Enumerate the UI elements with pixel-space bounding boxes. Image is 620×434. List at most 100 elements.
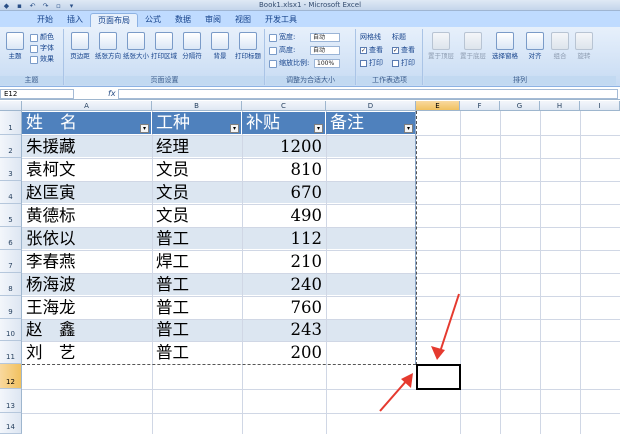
background-icon (211, 32, 229, 50)
scale-spinner[interactable]: 100% (314, 59, 340, 68)
theme-effects-button[interactable]: 效果 (30, 55, 54, 64)
print-titles-button[interactable]: 打印标题 (235, 32, 261, 60)
column-header-h[interactable]: H (540, 101, 580, 111)
row-header-4[interactable]: 4 (0, 181, 22, 204)
tab-review[interactable]: 审阅 (198, 13, 228, 27)
column-header-b[interactable]: B (152, 101, 242, 111)
group-icon (551, 32, 569, 50)
bring-to-front-icon (432, 32, 450, 50)
size-button[interactable]: 纸张大小 (123, 32, 149, 60)
row-header-10[interactable]: 10 (0, 319, 22, 341)
column-header-f[interactable]: F (460, 101, 500, 111)
tab-home[interactable]: 开始 (30, 13, 60, 27)
themes-button[interactable]: 主题 (2, 32, 28, 60)
gridlines-print-checkbox[interactable]: 打印 (360, 59, 383, 68)
group-label-theme: 主题 (0, 76, 63, 85)
row-header-1[interactable]: 1 (0, 111, 22, 135)
name-box[interactable]: E12 (0, 89, 74, 99)
print-area-icon (155, 32, 173, 50)
theme-fonts-button[interactable]: 字体 (30, 44, 54, 53)
group-arrange: 置于顶层 置于底层 选择窗格 对齐 组合 旋转 排列 (424, 29, 616, 85)
orientation-button[interactable]: 纸张方向 (95, 32, 121, 60)
row-header-9[interactable]: 9 (0, 296, 22, 319)
insert-function-icon[interactable]: fx (108, 89, 116, 99)
bring-to-front-button[interactable]: 置于顶层 (426, 32, 456, 60)
row-header-12[interactable]: 12 (0, 364, 22, 389)
width-icon (269, 33, 277, 42)
tab-view[interactable]: 视图 (228, 13, 258, 27)
size-icon (127, 32, 145, 50)
row-header-5[interactable]: 5 (0, 204, 22, 227)
selection-pane-button[interactable]: 选择窗格 (490, 32, 520, 60)
tab-data[interactable]: 数据 (168, 13, 198, 27)
width-dropdown[interactable]: 自动 (310, 33, 340, 42)
breaks-icon (183, 32, 201, 50)
margins-icon (71, 32, 89, 50)
page-break-horizontal (22, 364, 416, 365)
group-scale-to-fit: 宽度: 自动 高度: 自动 缩放比例: 100% 调整为合适大小 (266, 29, 356, 85)
gridlines-view-checkbox[interactable]: ✓ 查看 (360, 46, 383, 55)
red-arrow-icon (379, 373, 413, 412)
margins-button[interactable]: 页边距 (67, 32, 93, 60)
scale-control: 缩放比例: (269, 59, 309, 68)
group-label-arrange: 排列 (424, 76, 616, 85)
width-control: 宽度: (269, 33, 295, 42)
column-header-g[interactable]: G (500, 101, 540, 111)
headings-view-checkbox[interactable]: ✓ 查看 (392, 46, 415, 55)
selection-pane-icon (496, 32, 514, 50)
row-header-11[interactable]: 11 (0, 341, 22, 364)
formula-input[interactable] (118, 89, 618, 99)
colors-icon (30, 33, 38, 42)
row-header-8[interactable]: 8 (0, 273, 22, 296)
group-label-scale: 调整为合适大小 (266, 76, 355, 85)
checkbox-icon (360, 60, 367, 67)
group-label-page-setup: 页面设置 (65, 76, 264, 85)
print-titles-icon (239, 32, 257, 50)
tab-developer[interactable]: 开发工具 (258, 13, 304, 27)
align-button[interactable]: 对齐 (522, 32, 548, 60)
background-button[interactable]: 背景 (207, 32, 233, 60)
gridlines-heading: 网格线 (360, 33, 381, 41)
fonts-icon (30, 44, 38, 53)
height-icon (269, 46, 277, 55)
height-control: 高度: (269, 46, 295, 55)
tab-insert[interactable]: 插入 (60, 13, 90, 27)
row-header-3[interactable]: 3 (0, 158, 22, 181)
orientation-icon (99, 32, 117, 50)
row-header-6[interactable]: 6 (0, 227, 22, 250)
column-header-e[interactable]: E (416, 101, 460, 111)
ribbon-tab-strip: 开始 插入 页面布局 公式 数据 审阅 视图 开发工具 (0, 11, 620, 27)
breaks-button[interactable]: 分隔符 (179, 32, 205, 60)
rotate-button[interactable]: 旋转 (572, 32, 596, 60)
red-arrow-icon (431, 293, 460, 360)
headings-print-checkbox[interactable]: 打印 (392, 59, 415, 68)
column-header-c[interactable]: C (242, 101, 326, 111)
column-headers: A B C D E F G H I (0, 101, 620, 111)
height-dropdown[interactable]: 自动 (310, 46, 340, 55)
column-header-i[interactable]: I (580, 101, 620, 111)
formula-bar: E12 fx (0, 88, 620, 100)
headings-heading: 标题 (392, 33, 406, 41)
page-break-vertical (416, 111, 417, 365)
send-to-back-button[interactable]: 置于底层 (458, 32, 488, 60)
gridline (22, 413, 620, 414)
worksheet-grid[interactable]: 姓 名 ▾ 工种 ▾ 补贴 ▾ 备注 ▾ 朱援藏 经理 1200 袁柯文 文员 810 … (22, 111, 620, 434)
theme-colors-button[interactable]: 颜色 (30, 33, 54, 42)
column-header-a[interactable]: A (22, 101, 152, 111)
select-all-corner[interactable] (0, 101, 22, 111)
checkbox-icon: ✓ (392, 47, 399, 54)
row-header-7[interactable]: 7 (0, 250, 22, 273)
tab-formulas[interactable]: 公式 (138, 13, 168, 27)
title-bar: ◆ ▪ ↶ ↷ ▫ ▾ Book1.xlsx1 - Microsoft Exce… (0, 0, 620, 11)
group-theme: 主题 颜色 字体 效果 主题 (0, 29, 64, 85)
group-label-sheet-options: 工作表选项 (357, 76, 422, 85)
tab-page-layout[interactable]: 页面布局 (90, 13, 138, 27)
active-cell-e12[interactable] (416, 364, 461, 390)
row-header-13[interactable]: 13 (0, 389, 22, 413)
group-button[interactable]: 组合 (548, 32, 572, 60)
row-header-2[interactable]: 2 (0, 135, 22, 158)
ribbon: 主题 颜色 字体 效果 主题 页边距 纸张方向 纸张大小 打印区域 分隔符 背景… (0, 27, 620, 87)
row-header-14[interactable]: 14 (0, 413, 22, 434)
print-area-button[interactable]: 打印区域 (151, 32, 177, 60)
column-header-d[interactable]: D (326, 101, 416, 111)
